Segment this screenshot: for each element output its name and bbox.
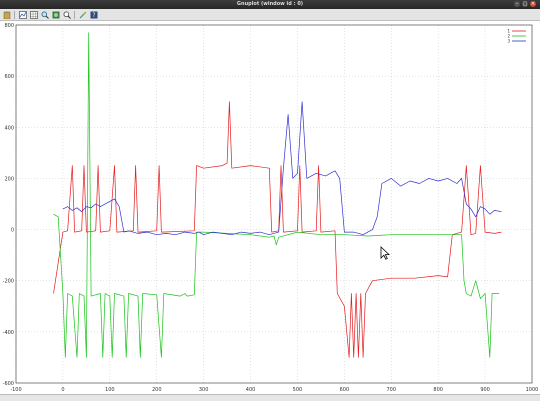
- series-line-3: [62, 101, 502, 236]
- plot-frame: [15, 24, 533, 384]
- y-tick-label: 0: [11, 228, 14, 234]
- x-tick-label: 900: [480, 387, 490, 393]
- help-icon[interactable]: ?: [89, 10, 98, 19]
- toolbar: ?: [0, 9, 540, 21]
- mouse-pointer-icon: [380, 246, 390, 260]
- x-tick-label: 800: [433, 387, 443, 393]
- x-tick-label: 0: [61, 387, 64, 393]
- y-tick-label: 200: [4, 176, 14, 182]
- x-tick-label: 600: [340, 387, 350, 393]
- x-tick-label: 300: [199, 387, 209, 393]
- gnuplot-window: Gnuplot (window id : 0) – □ × ? -100 0 1…: [0, 0, 540, 401]
- grid-icon[interactable]: [29, 10, 38, 19]
- ruler-icon[interactable]: [78, 10, 87, 19]
- y-tick-label: -400: [3, 330, 14, 336]
- x-tick-label: 1000: [526, 387, 539, 393]
- y-tick-label: 800: [4, 23, 14, 29]
- minimize-button[interactable]: –: [514, 1, 520, 7]
- y-tick-label: 400: [4, 125, 14, 131]
- y-tick-label: 600: [4, 74, 14, 80]
- y-tick-label: -600: [3, 381, 14, 387]
- legend-label: 3: [507, 39, 510, 44]
- y-tick-label: -200: [3, 279, 14, 285]
- toolbar-separator: [74, 10, 75, 19]
- status-bar: [0, 394, 540, 401]
- replot-icon[interactable]: [18, 10, 27, 19]
- zoom-previous-icon[interactable]: [40, 10, 49, 19]
- toolbar-separator: [14, 10, 15, 19]
- window-controls: – □ ×: [514, 1, 536, 8]
- x-tick-label: 100: [105, 387, 115, 393]
- line-chart[interactable]: -100 0 100 200 300 400 500 600 700 800 900 1000 800 6…: [0, 21, 540, 394]
- autoscale-icon[interactable]: [62, 10, 71, 19]
- x-tick-label: 700: [386, 387, 396, 393]
- x-tick-label: 400: [246, 387, 256, 393]
- window-title: Gnuplot (window id : 0): [236, 1, 304, 7]
- close-button[interactable]: ×: [530, 1, 536, 7]
- plot-area[interactable]: -100 0 100 200 300 400 500 600 700 800 900 1000 800 6…: [0, 21, 540, 394]
- title-bar: Gnuplot (window id : 0) – □ ×: [0, 0, 540, 9]
- svg-text:?: ?: [92, 12, 95, 19]
- clipboard-icon[interactable]: [2, 10, 11, 19]
- x-tick-label: -100: [10, 387, 21, 393]
- maximize-button[interactable]: □: [522, 1, 528, 7]
- series-line-2: [53, 32, 500, 358]
- zoom-next-icon[interactable]: [51, 10, 60, 19]
- x-tick-label: 500: [293, 387, 303, 393]
- x-tick-label: 200: [152, 387, 162, 393]
